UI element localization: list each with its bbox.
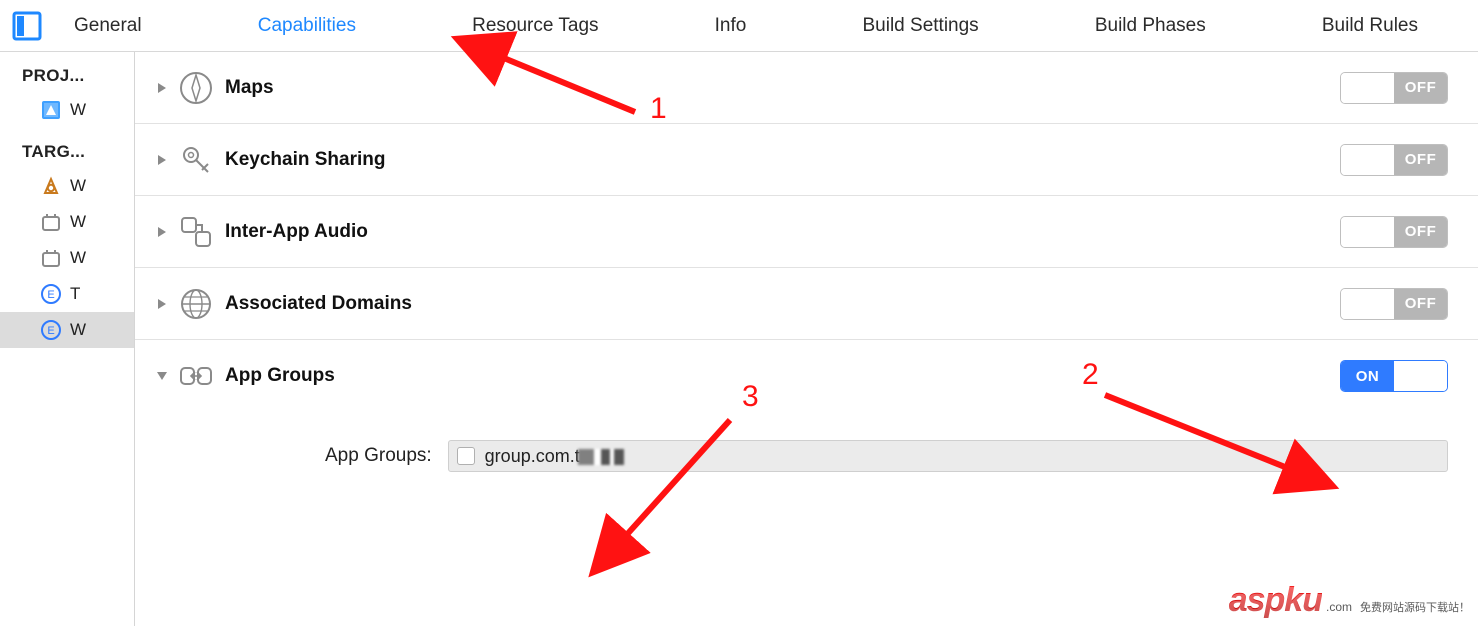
key-icon [177,141,215,179]
disclosure-triangle-icon[interactable] [155,369,169,383]
capability-title: Maps [225,77,1340,99]
sidebar-target-item[interactable]: E T [0,276,134,312]
tab-build-settings[interactable]: Build Settings [863,15,979,37]
capability-title: Associated Domains [225,293,1340,315]
extension-target-icon [40,247,62,269]
inter-app-audio-icon [177,213,215,251]
capability-title: Keychain Sharing [225,149,1340,171]
xcode-project-icon [40,99,62,121]
annotation-label-1: 1 [650,92,667,126]
sidebar-target-item[interactable]: E W [0,312,134,348]
compass-icon [177,69,215,107]
targets-sidebar: PROJ... W TARG... W W W E T E W [0,52,135,626]
extension-badge-icon: E [40,319,62,341]
sidebar-target-item[interactable]: W [0,240,134,276]
sidebar-project-item[interactable]: W [0,92,134,128]
capability-toggle[interactable]: OFF [1340,288,1448,320]
capability-row-inter-app-audio[interactable]: Inter-App Audio OFF [135,196,1478,268]
capability-row-associated-domains[interactable]: Associated Domains OFF [135,268,1478,340]
capability-row-maps[interactable]: Maps OFF [135,52,1478,124]
annotation-label-2: 2 [1082,358,1099,392]
toggle-off-label: OFF [1394,73,1447,103]
tab-info[interactable]: Info [715,15,747,37]
sidebar-target-item[interactable]: W [0,168,134,204]
tab-resource-tags[interactable]: Resource Tags [472,15,598,37]
tab-build-rules[interactable]: Build Rules [1322,15,1418,37]
capability-toggle[interactable]: OFF [1340,216,1448,248]
svg-text:E: E [47,325,54,337]
tab-general[interactable]: General [74,15,142,37]
sidebar-target-item[interactable]: W [0,204,134,240]
capabilities-panel: Maps OFF Keychain Sharing OFF Inter-App … [135,52,1478,626]
app-groups-listbox[interactable]: group.com.t [448,440,1448,472]
disclosure-triangle-icon[interactable] [155,153,169,167]
sidebar-item-label: W [70,212,86,232]
sidebar-item-label: T [70,284,80,304]
sidebar-item-label: W [70,176,86,196]
globe-icon [177,285,215,323]
capability-toggle[interactable]: OFF [1340,144,1448,176]
disclosure-triangle-icon[interactable] [155,297,169,311]
annotation-label-3: 3 [742,380,759,414]
tab-capabilities[interactable]: Capabilities [258,15,356,37]
app-group-checkbox[interactable] [457,447,475,465]
toggle-off-label: OFF [1394,145,1447,175]
project-navigator-toggle-icon[interactable] [10,9,44,43]
disclosure-triangle-icon[interactable] [155,81,169,95]
tab-build-phases[interactable]: Build Phases [1095,15,1206,37]
sidebar-heading-targets: TARG... [0,128,134,168]
app-groups-icon [177,357,215,395]
editor-tabs: General Capabilities Resource Tags Info … [74,15,1478,37]
capability-row-keychain[interactable]: Keychain Sharing OFF [135,124,1478,196]
app-target-icon [40,175,62,197]
capability-toggle[interactable]: ON [1340,360,1448,392]
capability-row-app-groups[interactable]: App Groups ON [135,340,1478,412]
extension-target-icon [40,211,62,233]
toggle-on-label: ON [1341,361,1394,391]
svg-text:E: E [47,289,54,301]
obscured-text [578,449,624,465]
capability-title: App Groups [225,365,1340,387]
sidebar-item-label: W [70,100,86,120]
capability-toggle[interactable]: OFF [1340,72,1448,104]
toggle-off-label: OFF [1394,289,1447,319]
app-groups-field-label: App Groups: [325,445,432,467]
editor-tabbar: General Capabilities Resource Tags Info … [0,0,1478,52]
app-group-value: group.com.t [485,446,624,467]
disclosure-triangle-icon[interactable] [155,225,169,239]
sidebar-item-label: W [70,320,86,340]
toggle-off-label: OFF [1394,217,1447,247]
capability-title: Inter-App Audio [225,221,1340,243]
extension-badge-icon: E [40,283,62,305]
sidebar-heading-project: PROJ... [0,52,134,92]
sidebar-item-label: W [70,248,86,268]
app-groups-detail: App Groups: group.com.t [135,412,1478,480]
